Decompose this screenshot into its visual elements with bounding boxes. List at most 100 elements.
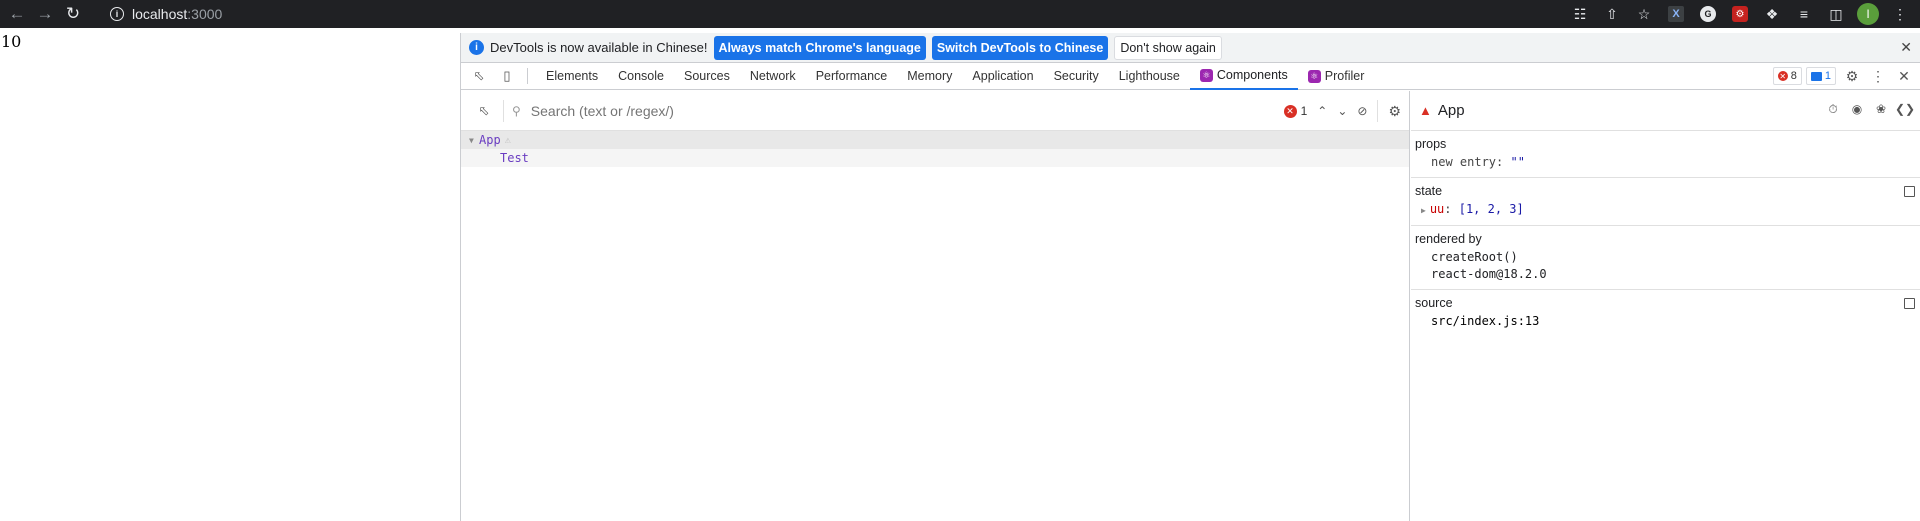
settings-gear-icon[interactable]: ⚙: [1842, 66, 1862, 86]
translate-icon[interactable]: ☷: [1568, 2, 1592, 26]
react-icon: ⚛: [1307, 69, 1321, 83]
bug-icon[interactable]: ❀: [1873, 101, 1889, 117]
search-input[interactable]: [530, 102, 1231, 119]
messages-badge[interactable]: 1: [1805, 67, 1836, 85]
inspected-component-title: App: [1437, 102, 1465, 119]
site-info-icon[interactable]: i: [110, 7, 124, 21]
infobar-message: DevTools is now available in Chinese!: [490, 40, 708, 55]
share-icon[interactable]: ⇧: [1600, 2, 1624, 26]
message-icon: [1810, 71, 1822, 81]
timer-icon[interactable]: ⏱: [1825, 101, 1841, 117]
switch-chinese-button[interactable]: Switch DevTools to Chinese: [931, 35, 1109, 60]
page-count-text: 10: [1, 32, 22, 51]
component-name: Test: [500, 151, 529, 165]
extension-x-icon: X: [1668, 6, 1684, 22]
search-icon: ⚲: [512, 103, 521, 118]
devtools-panel: i DevTools is now available in Chinese! …: [460, 33, 1920, 521]
profile-button[interactable]: I: [1856, 2, 1880, 26]
tab-components-label: Components: [1216, 68, 1288, 82]
component-search-bar: ⬁ ⚲ ✕ 1 ⌃ ⌄ ⊘ ⚙: [461, 91, 1409, 131]
chevron-down-icon[interactable]: ⌄: [1337, 104, 1347, 118]
copy-icon[interactable]: [1904, 186, 1915, 197]
tab-sources[interactable]: Sources: [674, 63, 740, 90]
reload-icon[interactable]: ↻: [62, 3, 84, 25]
extension-red-icon: ⚙: [1732, 6, 1748, 22]
url-port: :3000: [187, 6, 223, 22]
eye-icon[interactable]: ◉: [1849, 101, 1865, 117]
clear-errors-icon[interactable]: ⊘: [1357, 104, 1367, 118]
warning-icon: ▲: [1419, 103, 1432, 118]
tree-row-test[interactable]: Test: [461, 149, 1409, 167]
extension-g-button[interactable]: G: [1696, 2, 1720, 26]
source-title: source: [1415, 296, 1453, 310]
source-value[interactable]: src/index.js:13: [1431, 313, 1917, 330]
rendered-by-item[interactable]: createRoot(): [1431, 249, 1917, 266]
messages-count: 1: [1824, 70, 1831, 82]
rendered-by-title: rendered by: [1415, 232, 1482, 246]
extensions-puzzle-icon[interactable]: ❖: [1760, 2, 1784, 26]
settings-gear-icon[interactable]: ⚙: [1388, 103, 1401, 120]
back-icon[interactable]: ←: [6, 3, 28, 25]
extension-red-button[interactable]: ⚙: [1728, 2, 1752, 26]
props-section: props new entry: "": [1411, 131, 1920, 178]
tab-application[interactable]: Application: [962, 63, 1043, 90]
chrome-menu-icon[interactable]: ⋮: [1888, 2, 1912, 26]
state-section: state ▶ uu: [1, 2, 3]: [1411, 178, 1920, 226]
new-entry-row[interactable]: new entry: "": [1431, 154, 1917, 171]
tab-profiler[interactable]: ⚛ Profiler: [1298, 63, 1375, 90]
close-devtools-icon[interactable]: ✕: [1894, 66, 1914, 86]
component-tree-pane: ⬁ ⚲ ✕ 1 ⌃ ⌄ ⊘ ⚙ ▼ App ⚠ Test: [461, 91, 1410, 521]
view-source-icon[interactable]: ❮❯: [1895, 101, 1915, 117]
match-language-button[interactable]: Always match Chrome's language: [713, 35, 926, 60]
inspected-header: ▲ App ⏱ ◉ ❀ ❮❯: [1411, 91, 1920, 131]
extension-x-button[interactable]: X: [1664, 2, 1688, 26]
errors-count: 8: [1790, 70, 1797, 82]
copy-icon[interactable]: [1904, 298, 1915, 309]
rendered-by-item[interactable]: react-dom@18.2.0: [1431, 266, 1917, 283]
close-icon[interactable]: ✕: [1900, 39, 1912, 56]
errors-badge[interactable]: ✕ 8: [1772, 67, 1802, 85]
rendered-by-section: rendered by createRoot() react-dom@18.2.…: [1411, 226, 1920, 290]
tab-components[interactable]: ⚛ Components: [1189, 63, 1298, 90]
language-infobar: i DevTools is now available in Chinese! …: [461, 33, 1920, 63]
tab-lighthouse[interactable]: Lighthouse: [1109, 63, 1190, 90]
dont-show-again-button[interactable]: Don't show again: [1114, 35, 1222, 60]
tab-network[interactable]: Network: [740, 63, 806, 90]
tab-console[interactable]: Console: [608, 63, 674, 90]
error-icon: ✕: [1777, 71, 1788, 81]
tab-memory[interactable]: Memory: [897, 63, 962, 90]
bookmark-star-icon[interactable]: ☆: [1632, 2, 1656, 26]
react-icon: ⚛: [1199, 68, 1213, 82]
state-value: [1, 2, 3]: [1458, 202, 1524, 216]
address-bar[interactable]: i localhost:3000: [110, 2, 1550, 26]
side-panel-icon[interactable]: ◫: [1824, 2, 1848, 26]
divider: [527, 68, 528, 84]
expand-triangle-icon[interactable]: ▼: [469, 136, 479, 145]
colon: :: [1496, 155, 1511, 169]
warning-icon: ⚠: [504, 134, 511, 146]
forward-icon[interactable]: →: [34, 3, 56, 25]
reading-list-icon[interactable]: ≡: [1792, 2, 1816, 26]
tab-profiler-label: Profiler: [1324, 69, 1365, 83]
tab-security[interactable]: Security: [1044, 63, 1109, 90]
devtools-tabbar: ⬁ ▯ Elements Console Sources Network Per…: [461, 63, 1920, 90]
more-options-icon[interactable]: ⋮: [1868, 66, 1888, 86]
tab-elements[interactable]: Elements: [536, 63, 608, 90]
state-row[interactable]: ▶ uu: [1, 2, 3]: [1421, 201, 1917, 219]
avatar: I: [1857, 3, 1879, 25]
expand-triangle-icon[interactable]: ▶: [1421, 206, 1426, 215]
tree-row-app[interactable]: ▼ App ⚠: [461, 131, 1409, 149]
props-title: props: [1415, 137, 1447, 151]
chevron-up-icon[interactable]: ⌃: [1317, 104, 1327, 118]
prop-value[interactable]: "": [1510, 155, 1524, 169]
tab-performance[interactable]: Performance: [806, 63, 898, 90]
browser-toolbar: ← → ↻ i localhost:3000 ☷ ⇧ ☆ X G ⚙ ❖ ≡ ◫…: [0, 0, 1920, 28]
select-element-icon[interactable]: ⬁: [473, 100, 495, 122]
component-name: App: [479, 133, 501, 147]
extension-g-icon: G: [1700, 6, 1716, 22]
colon: :: [1444, 202, 1459, 216]
device-toolbar-icon[interactable]: ▯: [497, 66, 517, 86]
prop-key: new entry: [1431, 155, 1497, 169]
url-host: localhost: [132, 6, 188, 22]
inspect-element-icon[interactable]: ⬁: [469, 66, 489, 86]
